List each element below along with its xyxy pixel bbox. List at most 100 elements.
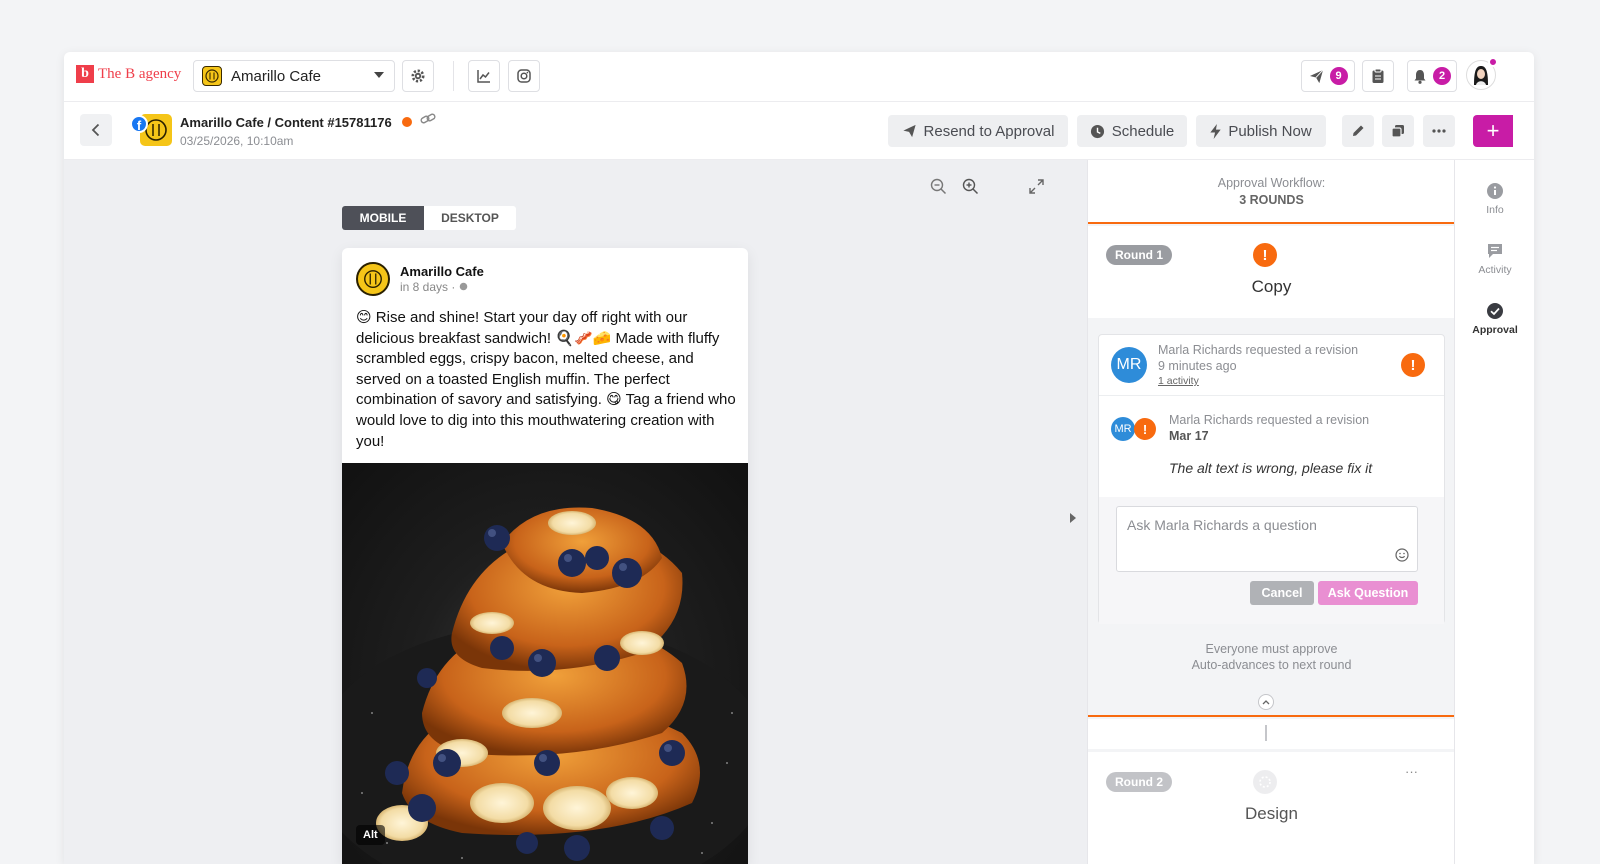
tab-mobile[interactable]: MOBILE (342, 206, 424, 230)
round-name: Design (1245, 804, 1298, 823)
round-pill: Round 1 (1106, 245, 1172, 265)
edit-button[interactable] (1342, 115, 1374, 147)
preview-view-toggle: MOBILE DESKTOP (342, 206, 516, 230)
advance-rule: Auto-advances to next round (1191, 658, 1352, 672)
lightning-icon (1210, 123, 1221, 139)
client-avatar (202, 66, 222, 86)
round-pill: Round 2 (1106, 772, 1172, 792)
cancel-button[interactable]: Cancel (1250, 581, 1314, 605)
zoom-in-button[interactable] (962, 178, 979, 200)
workflow-label: Approval Workflow: (1217, 176, 1326, 190)
avatar: MR (1111, 347, 1147, 383)
post-caption: 😊 Rise and shine! Start your day off rig… (356, 309, 736, 450)
instagram-button[interactable] (508, 60, 540, 92)
page-avatar (356, 262, 390, 296)
client-name: Amarillo Cafe (231, 67, 322, 85)
page-name: Amarillo Cafe (400, 264, 484, 279)
facebook-post-preview: Amarillo Cafe in 8 days · 😊 Rise and shi… (342, 248, 748, 864)
copy-icon (1391, 125, 1404, 138)
app-window: b The B agency Amarillo Cafe 9 2 f Amari… (64, 52, 1534, 864)
tab-label: Info (1486, 204, 1504, 216)
resend-approval-button[interactable]: Resend to Approval (888, 115, 1068, 147)
user-portrait-icon (1474, 66, 1488, 85)
ask-question-form: Ask Marla Richards a question Cancel Ask… (1099, 497, 1444, 624)
paper-plane-icon (902, 124, 916, 138)
sent-button[interactable]: 9 (1301, 60, 1355, 92)
collapse-button[interactable] (1258, 694, 1274, 710)
post-time: in 8 days · (400, 280, 468, 294)
panel-toggle-arrow[interactable] (1070, 513, 1076, 523)
status-indicator (402, 117, 412, 127)
logo-mark: b (76, 65, 94, 83)
schedule-button[interactable]: Schedule (1077, 115, 1187, 147)
tab-label: Approval (1472, 324, 1518, 336)
clipboard-button[interactable] (1362, 60, 1394, 92)
paper-plane-icon (1309, 69, 1323, 83)
zoom-in-icon (962, 178, 979, 195)
activity-link[interactable]: 1 activity (1158, 375, 1199, 387)
tab-info[interactable]: Info (1455, 182, 1534, 216)
activity-entry-date: Mar 17 (1169, 429, 1209, 443)
settings-button[interactable] (402, 60, 434, 92)
revision-warning-icon: ! (1253, 243, 1277, 267)
revision-comment: The alt text is wrong, please fix it (1169, 460, 1373, 476)
logo-text: The B agency (98, 65, 182, 82)
alt-text-tag[interactable]: Alt (356, 825, 385, 845)
toolbar-divider (453, 61, 454, 91)
publish-now-button[interactable]: Publish Now (1196, 115, 1326, 147)
zoom-out-button[interactable] (930, 178, 947, 200)
pending-icon (1253, 770, 1277, 794)
tab-label: Activity (1478, 264, 1512, 276)
facebook-icon: f (130, 115, 148, 133)
check-circle-icon (1486, 302, 1504, 320)
preview-area: MOBILE DESKTOP Amarillo Cafe in 8 days ·… (64, 160, 1087, 864)
avatar: MR (1111, 417, 1135, 441)
approval-rule: Everyone must approve (1205, 642, 1338, 656)
chevron-left-icon (91, 123, 100, 137)
duplicate-button[interactable] (1382, 115, 1414, 147)
activity-entry-text: Marla Richards requested a revision (1169, 413, 1370, 427)
info-icon (1486, 182, 1504, 200)
round-2[interactable]: Round 2 ··· Design (1088, 752, 1455, 864)
french-toast-photo (342, 507, 748, 864)
client-select[interactable]: Amarillo Cafe (193, 60, 395, 92)
link-icon[interactable] (420, 112, 436, 131)
online-status-dot (1488, 57, 1498, 67)
approval-panel: Approval Workflow: 3 ROUNDS Round 1 ! Co… (1087, 160, 1455, 864)
notification-count-badge: 2 (1433, 67, 1451, 85)
chevron-up-icon (1262, 700, 1270, 705)
resend-label: Resend to Approval (923, 122, 1055, 140)
content-date: 03/25/2026, 10:10am (180, 134, 294, 148)
ask-question-button[interactable]: Ask Question (1318, 581, 1418, 605)
clock-icon (1090, 124, 1104, 138)
create-button[interactable]: + (1473, 115, 1513, 147)
round-1[interactable]: Round 1 ! Copy (1088, 226, 1455, 318)
content-title: Amarillo Cafe / Content #15781176 (180, 115, 392, 130)
divider (1099, 395, 1444, 396)
emoji-icon[interactable] (1395, 548, 1409, 562)
revision-summary: Marla Richards requested a revision (1158, 343, 1359, 357)
post-image[interactable]: Alt (342, 463, 748, 864)
workflow-header: Approval Workflow: 3 ROUNDS (1088, 160, 1455, 224)
zoom-out-icon (930, 178, 947, 195)
clipboard-icon (1372, 68, 1384, 83)
back-button[interactable] (80, 114, 112, 146)
fullscreen-button[interactable] (1028, 178, 1045, 200)
tab-activity[interactable]: Activity (1455, 242, 1534, 276)
chevron-down-icon (374, 72, 384, 78)
tab-desktop[interactable]: DESKTOP (424, 206, 516, 230)
tab-approval[interactable]: Approval (1455, 302, 1534, 336)
notifications-button[interactable]: 2 (1407, 60, 1457, 92)
bell-icon (1414, 69, 1426, 84)
chart-line-icon (477, 70, 490, 83)
gear-icon (411, 69, 425, 83)
round-menu-icon[interactable]: ··· (1405, 764, 1418, 779)
revision-time: 9 minutes ago (1158, 359, 1237, 373)
analytics-button[interactable] (468, 60, 500, 92)
ask-question-input[interactable]: Ask Marla Richards a question (1116, 506, 1418, 572)
brand-logo[interactable]: b The B agency (76, 65, 181, 83)
side-tabs: Info Activity Approval (1454, 160, 1534, 864)
instagram-icon (517, 69, 531, 83)
more-options-button[interactable] (1423, 115, 1455, 147)
post-time-text: in 8 days · (400, 280, 456, 294)
